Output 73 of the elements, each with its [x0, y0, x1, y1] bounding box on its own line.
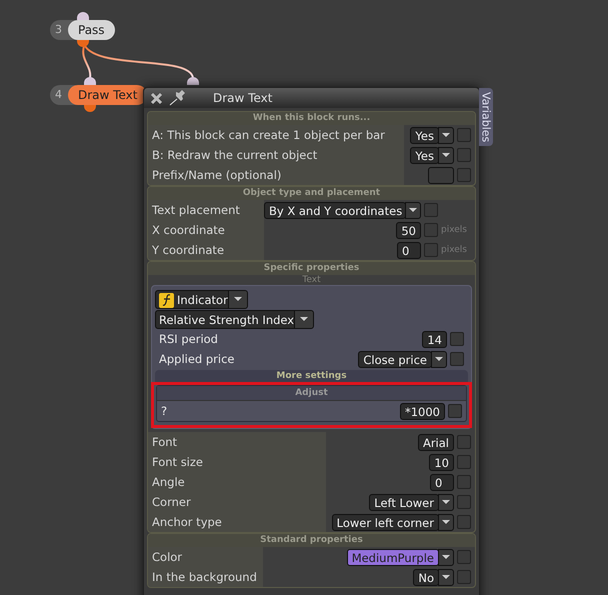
block-node[interactable]: Pass [68, 20, 115, 40]
section-title: Specific properties [148, 262, 475, 275]
dropdown-field[interactable]: No [413, 568, 439, 586]
field-label: ? [160, 403, 168, 420]
input-field[interactable]: Arial [418, 434, 454, 450]
checkbox[interactable] [457, 570, 471, 584]
field-label: Y coordinate [148, 240, 264, 260]
field-label: Corner [148, 492, 326, 512]
field-label: Font [148, 432, 326, 452]
caret-icon [300, 317, 308, 321]
field-label: Applied price [158, 351, 236, 368]
field-label: Color [148, 547, 263, 567]
input-field[interactable] [428, 166, 454, 184]
input-field[interactable]: 0 [397, 242, 421, 258]
checkbox[interactable] [457, 495, 471, 509]
pin-icon[interactable] [169, 90, 187, 106]
caret-icon [435, 357, 443, 361]
caret-icon [442, 500, 450, 504]
field-label: Font size [148, 452, 326, 472]
input-field[interactable]: *1000 [400, 402, 445, 420]
checkbox[interactable] [448, 404, 462, 418]
checkbox[interactable] [457, 515, 471, 529]
checkbox[interactable] [457, 455, 471, 469]
color-dropdown[interactable]: MediumPurple [346, 548, 439, 566]
caret-icon [442, 555, 450, 559]
caret-icon [442, 153, 450, 157]
caret-icon [442, 520, 450, 524]
checkbox[interactable] [450, 332, 464, 346]
checkbox[interactable] [457, 168, 471, 182]
checkbox[interactable] [457, 550, 471, 564]
dropdown-field[interactable]: By X and Y coordinates [264, 202, 406, 218]
checkbox[interactable] [457, 128, 471, 142]
field-label: X coordinate [148, 220, 264, 240]
subsection-title: Adjust [157, 386, 466, 401]
checkbox[interactable] [457, 475, 471, 489]
caret-icon [234, 297, 242, 301]
checkbox[interactable] [424, 203, 438, 217]
input-field[interactable]: 0 [430, 474, 454, 490]
dropdown-field[interactable]: Lower left corner [332, 514, 439, 530]
field-label: Prefix/Name (optional) [148, 165, 404, 185]
section-subtitle: Text [301, 275, 322, 285]
dropdown-field[interactable]: Yes [410, 126, 439, 144]
dropdown-field[interactable]: Left Lower [369, 494, 439, 510]
checkbox[interactable] [457, 148, 471, 162]
section-title: Standard properties [148, 534, 475, 547]
checkbox[interactable] [457, 435, 471, 449]
field-label: Angle [148, 472, 326, 492]
input-field[interactable]: 10 [429, 454, 454, 470]
field-label: In the background [148, 567, 263, 587]
checkbox[interactable] [424, 243, 438, 257]
subsection-title: More settings [155, 370, 468, 382]
input-field[interactable]: 14 [422, 330, 447, 348]
field-label: B: Redraw the current object [148, 145, 404, 165]
section-title: Object type and placement [148, 187, 475, 200]
input-field[interactable]: 50 [396, 222, 421, 238]
field-label: Text placement [148, 200, 264, 220]
section-title: When this block runs... [148, 112, 475, 125]
dropdown-field[interactable]: Yes [410, 146, 439, 164]
function-icon [159, 292, 174, 308]
checkbox[interactable] [450, 352, 464, 366]
close-icon[interactable] [150, 92, 163, 104]
caret-icon [442, 133, 450, 137]
unit-label: pixels [441, 225, 468, 235]
caret-icon [409, 208, 418, 212]
field-label: Anchor type [148, 512, 326, 532]
variables-tab[interactable]: Variables [479, 88, 493, 146]
caret-icon [442, 575, 450, 579]
checkbox[interactable] [424, 223, 438, 237]
window-title: Draw Text [213, 91, 272, 105]
unit-label: pixels [441, 245, 468, 255]
field-label: RSI period [158, 331, 219, 348]
field-label: A: This block can create 1 object per bar [148, 125, 404, 145]
dropdown-field[interactable]: Close price [358, 350, 432, 368]
